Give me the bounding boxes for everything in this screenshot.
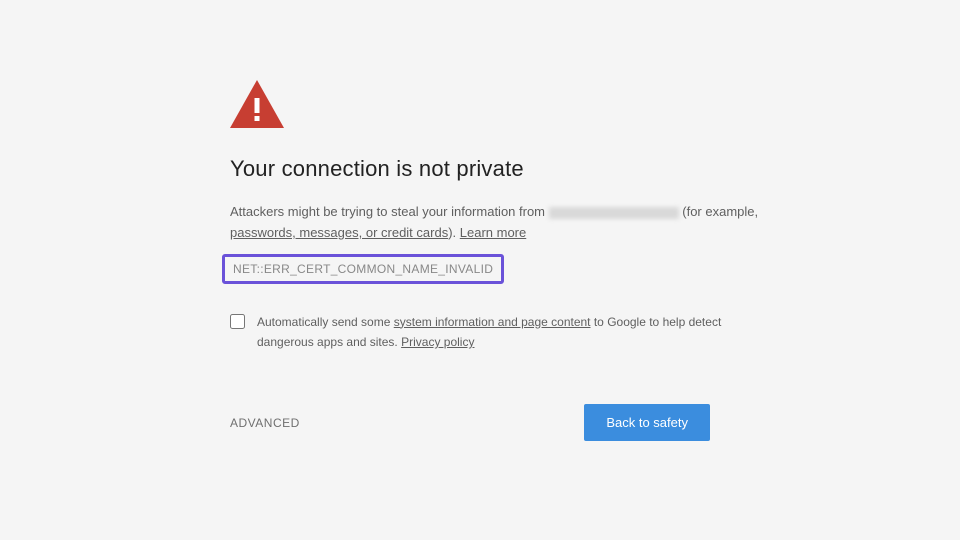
body-suffix-close: ).: [448, 225, 460, 240]
reporting-opt-in: Automatically send some system informati…: [230, 312, 760, 353]
system-info-link[interactable]: system information and page content: [394, 315, 591, 329]
opt-in-text: Automatically send some system informati…: [257, 312, 760, 353]
error-code: NET::ERR_CERT_COMMON_NAME_INVALID: [233, 262, 493, 276]
page-title: Your connection is not private: [230, 156, 760, 182]
error-code-highlight: NET::ERR_CERT_COMMON_NAME_INVALID: [222, 254, 504, 284]
warning-triangle-icon: [230, 80, 284, 128]
advanced-button[interactable]: ADVANCED: [230, 416, 300, 430]
body-prefix: Attackers might be trying to steal your …: [230, 204, 549, 219]
redacted-hostname: [549, 207, 679, 219]
learn-more-link[interactable]: Learn more: [460, 225, 526, 240]
opt-in-checkbox[interactable]: [230, 314, 245, 329]
privacy-policy-link[interactable]: Privacy policy: [401, 335, 474, 349]
warning-body: Attackers might be trying to steal your …: [230, 202, 760, 244]
action-row: ADVANCED Back to safety: [230, 404, 710, 441]
examples-text: passwords, messages, or credit cards: [230, 225, 448, 240]
back-to-safety-button[interactable]: Back to safety: [584, 404, 710, 441]
ssl-error-interstitial: Your connection is not private Attackers…: [200, 0, 760, 441]
body-suffix-open: (for example,: [682, 204, 758, 219]
opt-in-pre: Automatically send some: [257, 315, 394, 329]
